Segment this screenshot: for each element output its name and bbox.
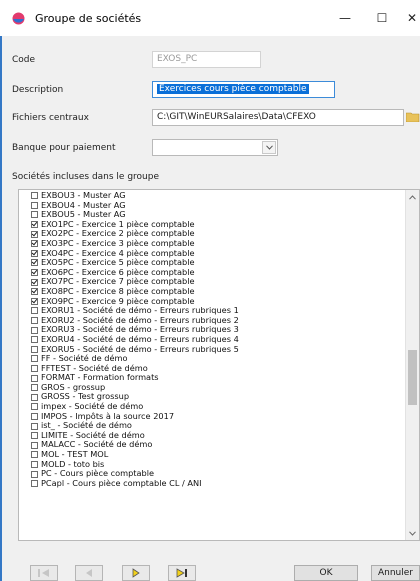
previous-icon bbox=[86, 569, 92, 577]
bank-label: Banque pour paiement bbox=[12, 143, 116, 153]
checkbox[interactable] bbox=[31, 336, 38, 344]
checkbox[interactable] bbox=[31, 432, 38, 440]
app-icon bbox=[12, 12, 25, 25]
chevron-down-icon[interactable] bbox=[262, 141, 276, 154]
description-field[interactable]: Exercices cours pièce comptable bbox=[152, 81, 335, 98]
central-files-label: Fichiers centraux bbox=[12, 113, 89, 123]
central-files-field[interactable]: C:\GIT\WinEURSalaires\Data\CFEXO bbox=[152, 109, 404, 126]
window-title: Groupe de sociétés bbox=[35, 12, 142, 25]
bank-select[interactable] bbox=[152, 139, 278, 156]
checkbox[interactable] bbox=[31, 384, 38, 392]
first-record-button[interactable] bbox=[30, 565, 58, 581]
next-icon bbox=[132, 568, 140, 578]
next-record-button[interactable] bbox=[122, 565, 150, 581]
code-field: EXOS_PC bbox=[152, 51, 261, 68]
code-label: Code bbox=[12, 55, 36, 65]
list-scrollbar[interactable] bbox=[405, 190, 419, 540]
checkbox[interactable] bbox=[31, 345, 38, 353]
checkbox[interactable] bbox=[31, 269, 38, 277]
companies-list-items: EXBOU3 - Muster AG EXBOU4 - Muster AG EXBO… bbox=[19, 190, 405, 540]
scroll-down-icon[interactable] bbox=[406, 526, 419, 540]
checkbox[interactable] bbox=[31, 412, 38, 420]
checkbox[interactable] bbox=[31, 460, 38, 468]
previous-record-button[interactable] bbox=[75, 565, 103, 581]
checkbox[interactable] bbox=[31, 403, 38, 411]
checkbox[interactable] bbox=[31, 221, 38, 229]
maximize-button[interactable]: ☐ bbox=[367, 6, 397, 30]
description-value: Exercices cours pièce comptable bbox=[157, 84, 309, 94]
last-record-button[interactable] bbox=[168, 565, 196, 581]
checkbox[interactable] bbox=[31, 317, 38, 325]
last-icon bbox=[176, 568, 187, 578]
checkbox[interactable] bbox=[31, 355, 38, 363]
checkbox[interactable] bbox=[31, 470, 38, 478]
checkbox[interactable] bbox=[31, 364, 38, 372]
checkbox[interactable] bbox=[31, 259, 38, 267]
checkbox[interactable] bbox=[31, 249, 38, 257]
first-icon bbox=[38, 569, 49, 577]
scroll-up-icon[interactable] bbox=[406, 190, 419, 204]
checkbox[interactable] bbox=[31, 441, 38, 449]
checkbox[interactable] bbox=[31, 307, 38, 315]
checkbox[interactable] bbox=[31, 201, 38, 209]
scroll-thumb[interactable] bbox=[408, 350, 417, 405]
checkbox[interactable] bbox=[31, 192, 38, 200]
checkbox[interactable] bbox=[31, 297, 38, 305]
checkbox[interactable] bbox=[31, 230, 38, 238]
checkbox[interactable] bbox=[31, 374, 38, 382]
folder-browse-icon[interactable] bbox=[406, 111, 420, 122]
title-bar: Groupe de sociétés — ☐ ✕ bbox=[0, 0, 420, 36]
checkbox[interactable] bbox=[31, 240, 38, 248]
window-left-edge bbox=[0, 0, 2, 581]
list-item[interactable]: PCapl - Cours pièce comptable CL / ANI bbox=[19, 477, 405, 489]
list-item-label: PCapl - Cours pièce comptable CL / ANI bbox=[41, 477, 202, 488]
checkbox[interactable] bbox=[31, 393, 38, 401]
checkbox[interactable] bbox=[31, 422, 38, 430]
checkbox[interactable] bbox=[31, 480, 38, 488]
minimize-button[interactable]: — bbox=[330, 6, 360, 30]
companies-list[interactable]: EXBOU3 - Muster AG EXBOU4 - Muster AG EXBO… bbox=[18, 189, 420, 541]
checkbox[interactable] bbox=[31, 326, 38, 334]
group-label: Sociétés incluses dans le groupe bbox=[12, 172, 160, 182]
close-button[interactable]: ✕ bbox=[404, 6, 420, 30]
checkbox[interactable] bbox=[31, 278, 38, 286]
cancel-button[interactable]: Annuler bbox=[371, 565, 420, 581]
checkbox[interactable] bbox=[31, 451, 38, 459]
checkbox[interactable] bbox=[31, 288, 38, 296]
description-label: Description bbox=[12, 85, 64, 95]
checkbox[interactable] bbox=[31, 211, 38, 219]
ok-button[interactable]: OK bbox=[294, 565, 358, 581]
